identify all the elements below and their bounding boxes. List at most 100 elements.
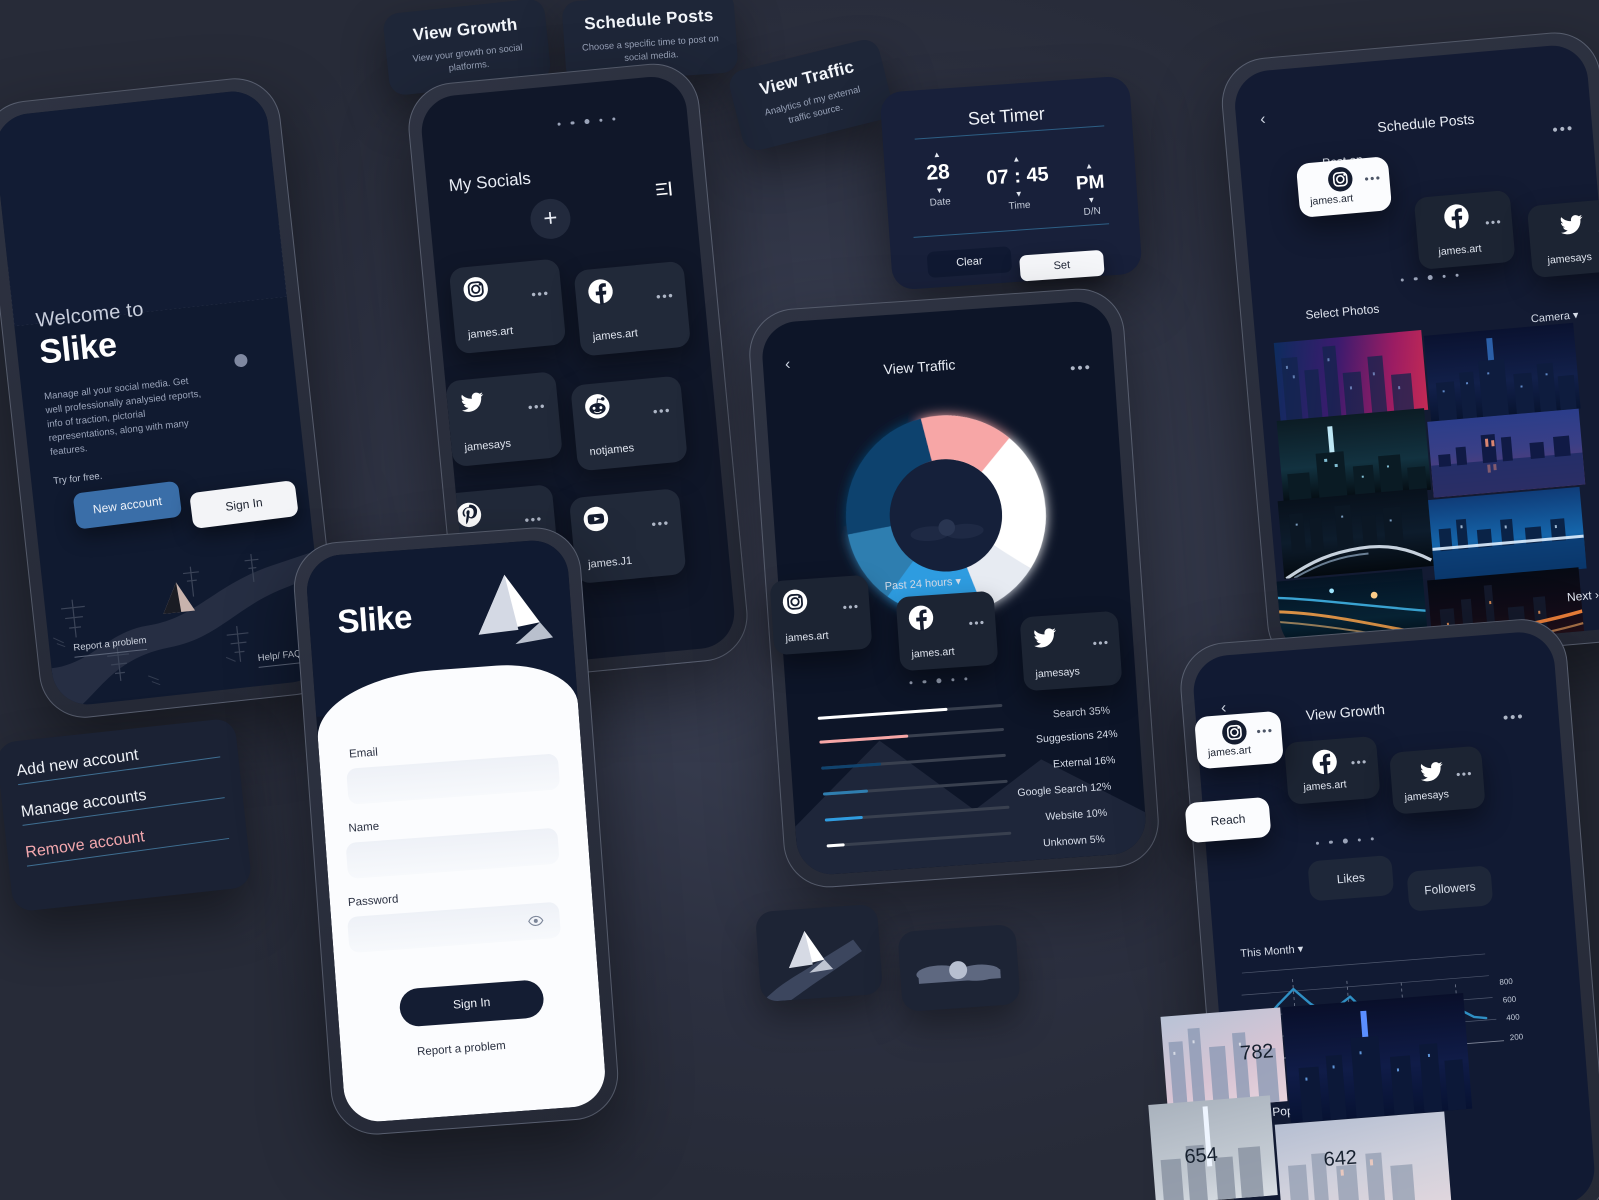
y-tick-400: 400 (1506, 1012, 1521, 1022)
bar-label-unknown: Unknown 5% (1042, 833, 1106, 850)
bar-label-external: External 16% (1052, 754, 1116, 771)
twitter-icon (1560, 214, 1583, 235)
show-password-eye-icon[interactable] (527, 915, 544, 927)
facebook-icon (1444, 204, 1469, 230)
list-view-icon[interactable] (655, 181, 673, 198)
popular-photo-2[interactable] (1281, 993, 1473, 1123)
page-title: View Traffic (883, 356, 956, 378)
city-skyline (1287, 1152, 1416, 1200)
back-button[interactable]: ‹ (784, 356, 791, 374)
password-field[interactable] (347, 901, 562, 954)
traffic-account-chip-twitter[interactable]: ••• jamesays (1019, 610, 1123, 692)
set-timer-title: Set Timer (967, 103, 1046, 129)
photo-thumbnail[interactable] (1427, 408, 1586, 498)
bar-label-search: Search 35% (1052, 704, 1111, 721)
schedule-account-chip-twitter[interactable]: ••• jamesays (1526, 197, 1599, 279)
set-button[interactable]: Set (1019, 249, 1105, 282)
mountain-path-illustration (761, 930, 862, 1003)
chip-menu-icon[interactable]: ••• (1364, 171, 1382, 186)
next-button[interactable]: Next › (1566, 588, 1599, 605)
tooltip-text: View your growth on social platforms. (412, 42, 524, 74)
city-skyline (1298, 1010, 1467, 1123)
growth-account-chip-facebook[interactable]: ••• james.art (1283, 735, 1381, 805)
popular-photo-3[interactable]: 654 (1148, 1095, 1278, 1200)
name-field[interactable] (345, 827, 560, 880)
menu-item-manage-accounts[interactable]: Manage accounts (20, 780, 225, 826)
sign-in-submit-button[interactable]: Sign In (398, 979, 545, 1028)
menu-item-remove-account[interactable]: Remove account (24, 821, 230, 867)
social-tile-twitter[interactable]: ••• jamesays (445, 371, 563, 468)
overflow-menu-icon[interactable]: ••• (1070, 359, 1093, 377)
date-stepper[interactable]: ▲ 28 ▼ Date (910, 149, 968, 210)
chip-menu-icon[interactable]: ••• (1256, 723, 1274, 738)
pinterest-icon (456, 502, 482, 528)
overflow-menu-icon[interactable]: ••• (1552, 120, 1575, 139)
tab-likes[interactable]: Likes (1307, 854, 1395, 902)
sign-in-form-sheet: Email Name Password Sign In Report a pro… (313, 659, 608, 1124)
chip-menu-icon[interactable]: ••• (1456, 766, 1474, 781)
forest-path-illustration (51, 551, 318, 709)
schedule-posts-phone-mockup: ‹ Schedule Posts ••• Post on ••• james.a… (1218, 28, 1599, 672)
photo-thumbnail[interactable] (1277, 488, 1434, 579)
facebook-icon (1312, 749, 1337, 776)
tile-handle: notjames (589, 442, 635, 459)
tab-followers[interactable]: Followers (1406, 865, 1494, 912)
city-skyline (1287, 426, 1428, 503)
chip-handle: jamesays (1547, 250, 1593, 267)
popular-photo-4[interactable]: 642 (1274, 1111, 1452, 1200)
growth-account-chip-instagram-selected[interactable]: ••• james.art (1194, 710, 1284, 770)
chip-menu-icon[interactable]: ••• (968, 615, 986, 630)
popular-count: 782 (1239, 1040, 1275, 1065)
chip-menu-icon[interactable]: ••• (842, 599, 860, 614)
tile-menu-icon[interactable]: ••• (652, 402, 671, 419)
twitter-icon (1034, 628, 1057, 648)
photo-thumbnail[interactable] (1276, 408, 1432, 503)
social-tile-youtube[interactable]: ••• james.J1 (568, 488, 687, 585)
chip-handle: james.art (1309, 192, 1354, 208)
email-field[interactable] (346, 753, 561, 805)
sign-in-phone-mockup: Slike Email Name Password Sign In Report (290, 524, 622, 1138)
social-tile-facebook[interactable]: ••• james.art (573, 260, 692, 357)
tab-reach[interactable]: Reach (1184, 796, 1272, 844)
daynight-stepper[interactable]: ▲ PM ▼ D/N (1065, 161, 1117, 219)
chip-handle: james.art (1303, 778, 1348, 794)
chip-handle: james.art (1207, 744, 1252, 760)
divider (913, 223, 1110, 238)
overflow-menu-icon[interactable]: ••• (1502, 708, 1525, 727)
tile-menu-icon[interactable]: ••• (655, 288, 674, 305)
traffic-account-chip-facebook[interactable]: ••• james.art (895, 590, 999, 672)
back-button[interactable]: ‹ (1260, 111, 1267, 129)
time-stepper[interactable]: ▲ 07 : 45 ▼ Time (976, 153, 1060, 214)
tile-menu-icon[interactable]: ••• (524, 511, 543, 528)
chip-menu-icon[interactable]: ••• (1485, 215, 1503, 230)
social-tile-reddit[interactable]: ••• notjames (570, 375, 688, 472)
chip-menu-icon[interactable]: ••• (1350, 755, 1368, 770)
schedule-account-chip-instagram-selected[interactable]: ••• james.art (1295, 156, 1393, 218)
menu-item-add-new-account[interactable]: Add new account (16, 739, 221, 786)
schedule-account-chip-facebook[interactable]: ••• james.art (1413, 189, 1516, 270)
date-value: 28 (925, 160, 951, 185)
popular-count: 654 (1183, 1143, 1219, 1169)
period-dropdown[interactable]: This Month ▾ (1240, 942, 1304, 960)
social-tile-instagram[interactable]: ••• james.art (448, 258, 567, 355)
tooltip-view-traffic: View Traffic Analytics of my external tr… (726, 36, 896, 154)
city-highway-lights (1285, 504, 1433, 579)
instagram-icon (1328, 167, 1353, 192)
youtube-icon (583, 506, 609, 532)
chip-menu-icon[interactable]: ••• (1092, 635, 1110, 650)
twitter-icon (1420, 761, 1443, 782)
add-account-button[interactable]: + (528, 197, 573, 241)
tile-menu-icon[interactable]: ••• (651, 515, 670, 532)
tile-menu-icon[interactable]: ••• (527, 398, 546, 415)
clear-button[interactable]: Clear (926, 246, 1013, 278)
bar-label-website: Website 10% (1045, 806, 1108, 824)
photo-grid (1272, 317, 1596, 658)
welcome-copy: Welcome to Slike Manage all your social … (13, 283, 305, 489)
report-problem-link[interactable]: Report a problem (417, 1040, 506, 1058)
time-value: 07 : 45 (985, 163, 1050, 190)
growth-account-chip-twitter[interactable]: ••• jamesays (1389, 745, 1486, 815)
cloud-moon-illustration (916, 961, 1001, 984)
traffic-account-chip-instagram[interactable]: ••• james.art (769, 574, 873, 656)
tile-menu-icon[interactable]: ••• (531, 285, 550, 302)
photo-thumbnail[interactable] (1423, 322, 1581, 422)
